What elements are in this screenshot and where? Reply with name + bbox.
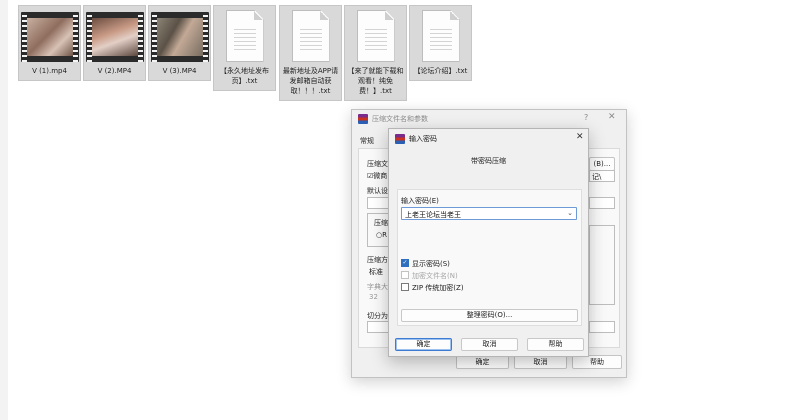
file-tile-text-1[interactable]: 【永久地址发布页】.txt [213, 5, 276, 91]
update-checkbox-fragment[interactable]: ☑微商 [367, 171, 387, 181]
file-tile-text-3[interactable]: 【来了就能下载和观看！纯免费！】.txt [344, 5, 407, 101]
archive-dialog-title: 压缩文件名和参数 [372, 115, 428, 123]
dictionary-value: 32 [369, 293, 378, 301]
tab-general[interactable]: 常规 [360, 136, 374, 146]
video-thumbnail [85, 12, 144, 62]
file-tile-text-4[interactable]: 【论坛介绍】.txt [409, 5, 472, 81]
method-label: 压缩方 [367, 256, 388, 264]
encrypt-filenames-checkbox [401, 271, 409, 279]
archive-cancel-button[interactable]: 取消 [514, 355, 567, 369]
options-select[interactable] [589, 197, 615, 209]
options-groupbox [589, 225, 615, 305]
video-thumbnail [150, 12, 209, 62]
password-value: 上老王论坛当老王 [405, 211, 461, 219]
password-dialog-titlebar[interactable]: 输入密码 ✕ [389, 129, 588, 147]
dictionary-label: 字典大 [367, 283, 388, 291]
text-document-icon [291, 10, 330, 62]
show-password-label: 显示密码(S) [412, 260, 450, 268]
password-input[interactable]: 上老王论坛当老王 ⌄ [401, 207, 577, 220]
format-radio-rar[interactable]: ○R [376, 231, 387, 239]
password-ok-button[interactable]: 确定 [395, 338, 452, 351]
file-tile-text-2[interactable]: 最新地址及APP请发邮箱自动获取！！！.txt [279, 5, 342, 101]
video-frame [26, 18, 73, 56]
password-dialog-subtitle: 带密码压缩 [471, 157, 506, 165]
split-volume-right-field[interactable] [589, 321, 615, 333]
password-dialog-title: 输入密码 [409, 135, 437, 143]
file-name: 最新地址及APP请发邮箱自动获取！！！.txt [282, 67, 339, 95]
film-sprocket-icon [137, 12, 143, 62]
zip-legacy-encryption-label: ZIP 传统加密(Z) [412, 284, 464, 292]
close-icon[interactable]: ✕ [576, 132, 584, 142]
file-tile-video-2[interactable]: V (2).MP4 [83, 5, 146, 81]
file-name: 【来了就能下载和观看！纯免费！】.txt [347, 67, 404, 95]
encrypt-filenames-label: 加密文件名(N) [412, 272, 458, 280]
text-document-icon [356, 10, 395, 62]
chevron-down-icon[interactable]: ⌄ [567, 209, 573, 217]
split-volume-label: 切分为 [367, 312, 388, 320]
file-name: V (2).MP4 [97, 67, 132, 75]
file-tile-video-3[interactable]: V (3).MP4 [148, 5, 211, 81]
film-sprocket-icon [202, 12, 208, 62]
text-document-icon [225, 10, 264, 62]
video-frame [91, 18, 138, 56]
file-name: 【论坛介绍】.txt [413, 67, 468, 75]
film-sprocket-icon [72, 12, 78, 62]
close-icon[interactable]: ✕ [608, 112, 616, 122]
zip-legacy-encryption-checkbox[interactable] [401, 283, 409, 291]
browse-button[interactable]: (B)... [589, 157, 615, 171]
archive-help-button[interactable]: 帮助 [572, 355, 622, 369]
update-mode-select[interactable]: 记\ [589, 170, 615, 182]
archive-name-label: 压缩文 [367, 160, 388, 168]
winrar-app-icon [358, 114, 368, 124]
archive-dialog-titlebar[interactable]: 压缩文件名和参数 ? ✕ [352, 110, 626, 127]
password-label: 输入密码(E) [401, 197, 439, 205]
password-help-button[interactable]: 帮助 [527, 338, 584, 351]
show-password-checkbox[interactable]: ✓ [401, 259, 409, 267]
file-name: 【永久地址发布页】.txt [220, 67, 269, 85]
help-icon[interactable]: ? [584, 113, 588, 122]
password-cancel-button[interactable]: 取消 [461, 338, 518, 351]
video-frame [156, 18, 203, 56]
video-thumbnail [20, 12, 79, 62]
text-document-icon [421, 10, 460, 62]
method-value[interactable]: 标准 [369, 267, 383, 277]
file-tile-video-1[interactable]: V (1).mp4 [18, 5, 81, 81]
winrar-app-icon [395, 134, 405, 144]
archive-ok-button[interactable]: 确定 [456, 355, 509, 369]
file-name: V (3).MP4 [162, 67, 197, 75]
format-label: 压缩 [374, 219, 388, 227]
organize-passwords-button[interactable]: 整理密码(O)... [401, 309, 578, 322]
password-dialog: 输入密码 ✕ 带密码压缩 输入密码(E) 上老王论坛当老王 ⌄ ✓ 显示密码(S… [388, 128, 589, 357]
explorer-left-strip [0, 0, 8, 420]
default-profile-label: 默认设 [367, 187, 388, 195]
file-name: V (1).mp4 [32, 67, 67, 75]
